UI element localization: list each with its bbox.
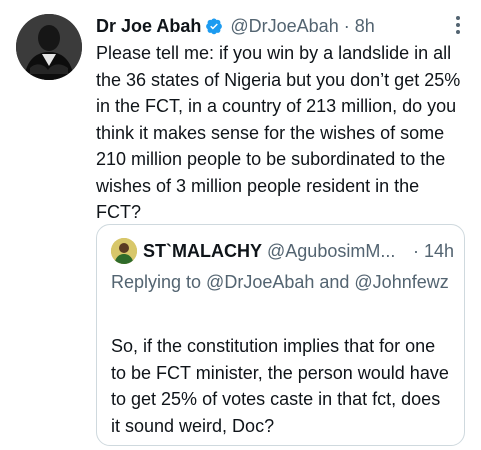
more-options-icon[interactable] [451, 14, 465, 36]
quoted-time-group: · 14h [413, 239, 454, 263]
quoted-author-avatar[interactable] [111, 238, 137, 264]
quoted-tweet[interactable]: ST`MALACHY @AgubosimM... · 14h Replying … [96, 224, 465, 446]
tweet-timestamp[interactable]: 8h [355, 16, 375, 36]
author-avatar[interactable] [16, 14, 82, 80]
author-name[interactable]: Dr Joe Abah [96, 16, 201, 36]
tweet-header: Dr Joe Abah @DrJoeAbah · 8h [96, 14, 465, 38]
quoted-separator-dot: · [412, 241, 419, 261]
quoted-author-name[interactable]: ST`MALACHY [143, 241, 262, 261]
quoted-author-handle[interactable]: @AgubosimM... [267, 241, 395, 261]
author-handle[interactable]: @DrJoeAbah [230, 16, 338, 36]
tweet-text: Please tell me: if you win by a landslid… [96, 43, 466, 222]
separator-dot: · [343, 16, 350, 36]
replying-to: Replying to @DrJoeAbah and @Johnfewz [111, 272, 449, 292]
quoted-text: So, if the constitution implies that for… [111, 336, 449, 436]
verified-badge-icon [206, 18, 223, 35]
quoted-timestamp[interactable]: 14h [424, 241, 454, 261]
quoted-header: ST`MALACHY @AgubosimM... · 14h [143, 239, 454, 263]
